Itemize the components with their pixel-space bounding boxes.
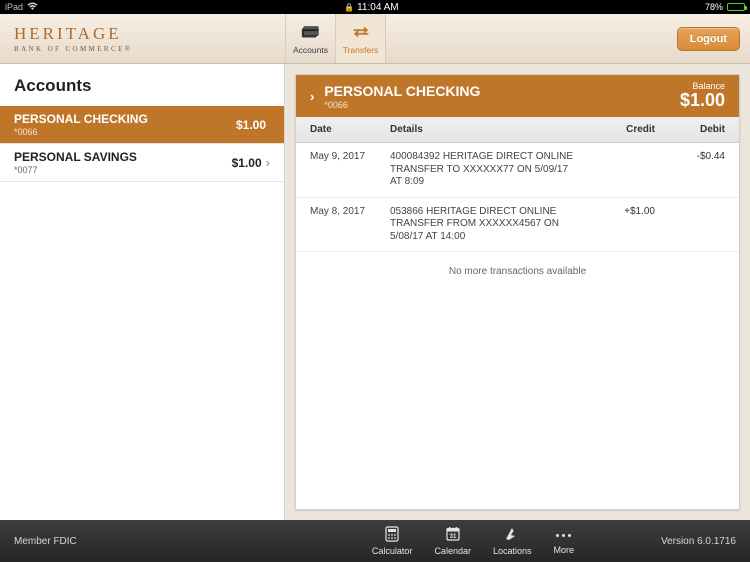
account-balance: $1.00 (232, 156, 262, 170)
lock-icon: 🔒 (344, 3, 354, 12)
col-credit: Credit (585, 124, 655, 135)
brand-logo: HERITAGE BANK OF COMMERCE® (0, 14, 285, 63)
col-details: Details (390, 124, 585, 135)
transaction-row[interactable]: May 8, 2017 053866 HERITAGE DIRECT ONLIN… (296, 198, 739, 253)
tx-credit: +$1.00 (585, 206, 655, 244)
top-nav: HERITAGE BANK OF COMMERCE® Accounts Tran… (0, 14, 750, 64)
balance-value: $1.00 (680, 90, 725, 111)
status-bar: iPad 🔒 11:04 AM 78% (0, 0, 750, 14)
sidebar-title: Accounts (0, 64, 284, 106)
account-name: PERSONAL SAVINGS (14, 150, 232, 164)
brand-subtitle: BANK OF COMMERCE® (14, 45, 285, 53)
account-number: *0066 (14, 127, 236, 137)
tx-debit (655, 206, 725, 244)
chevron-right-icon[interactable]: › (310, 89, 314, 104)
tab-transfers-label: Transfers (343, 45, 379, 55)
calendar-icon: 31 (444, 526, 462, 544)
transfers-icon (350, 23, 372, 43)
bottom-bar: Member FDIC Calculator 31 Calendar Locat… (0, 520, 750, 562)
bottom-more-label: More (554, 545, 575, 555)
locations-icon (503, 526, 521, 544)
calculator-icon (383, 526, 401, 544)
col-debit: Debit (655, 124, 725, 135)
sidebar-account-checking[interactable]: PERSONAL CHECKING *0066 $1.00 › (0, 106, 284, 143)
tx-details: 053866 HERITAGE DIRECT ONLINE TRANSFER F… (390, 206, 585, 244)
transactions-list[interactable]: May 9, 2017 400084392 HERITAGE DIRECT ON… (296, 143, 739, 509)
tab-bar: Accounts Transfers (285, 14, 386, 63)
more-icon (556, 527, 571, 543)
bottom-calendar-label: Calendar (434, 546, 471, 556)
wifi-icon (27, 2, 38, 13)
tab-accounts[interactable]: Accounts (286, 14, 336, 63)
transaction-row[interactable]: May 9, 2017 400084392 HERITAGE DIRECT ON… (296, 143, 739, 198)
tx-credit (585, 151, 655, 189)
tab-transfers[interactable]: Transfers (336, 14, 386, 63)
tx-details: 400084392 HERITAGE DIRECT ONLINE TRANSFE… (390, 151, 585, 189)
tx-date: May 9, 2017 (310, 151, 390, 189)
panel-title: PERSONAL CHECKING (324, 83, 480, 99)
tx-debit: -$0.44 (655, 151, 725, 189)
bottom-more[interactable]: More (554, 520, 575, 562)
battery-icon (727, 3, 745, 11)
sidebar-account-savings[interactable]: PERSONAL SAVINGS *0077 $1.00 › (0, 144, 284, 181)
panel-header: › PERSONAL CHECKING *0066 Balance $1.00 (296, 75, 739, 117)
tx-date: May 8, 2017 (310, 206, 390, 244)
transactions-header: Date Details Credit Debit (296, 117, 739, 143)
bottom-calculator[interactable]: Calculator (372, 520, 413, 562)
battery-percent: 78% (705, 2, 723, 12)
bottom-calculator-label: Calculator (372, 546, 413, 556)
status-time: 11:04 AM (357, 2, 399, 13)
bottom-calendar[interactable]: 31 Calendar (434, 520, 471, 562)
brand-title: HERITAGE (14, 24, 285, 44)
panel-subtitle: *0066 (324, 100, 480, 110)
account-balance: $1.00 (236, 118, 266, 132)
tab-accounts-label: Accounts (293, 45, 328, 55)
no-more-transactions: No more transactions available (296, 252, 739, 291)
accounts-sidebar: Accounts PERSONAL CHECKING *0066 $1.00 ›… (0, 64, 285, 520)
footer-version: Version 6.0.1716 (661, 536, 750, 547)
main-area: Accounts PERSONAL CHECKING *0066 $1.00 ›… (0, 64, 750, 520)
account-number: *0077 (14, 165, 232, 175)
account-name: PERSONAL CHECKING (14, 112, 236, 126)
device-label: iPad (5, 2, 23, 12)
logout-button[interactable]: Logout (677, 27, 740, 51)
col-date: Date (310, 124, 390, 135)
footer-left: Member FDIC (0, 536, 285, 547)
svg-text:31: 31 (449, 534, 456, 540)
chevron-right-icon: › (266, 155, 270, 170)
bottom-locations[interactable]: Locations (493, 520, 532, 562)
bottom-locations-label: Locations (493, 546, 532, 556)
account-detail-panel: › PERSONAL CHECKING *0066 Balance $1.00 … (295, 74, 740, 510)
accounts-icon (300, 23, 322, 43)
